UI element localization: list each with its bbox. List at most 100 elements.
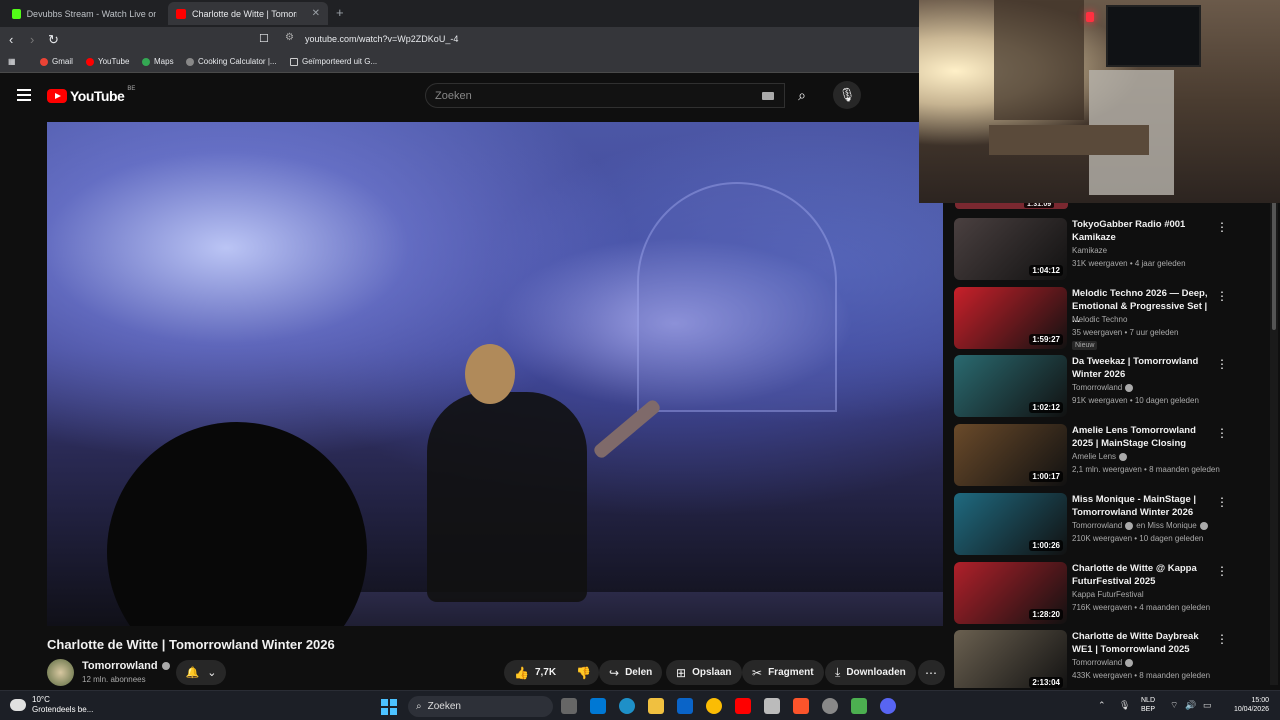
- start-button[interactable]: [381, 699, 397, 715]
- discord-icon[interactable]: [880, 698, 896, 714]
- task-view-icon[interactable]: [561, 698, 577, 714]
- sidebar-video-item[interactable]: 1:00:26 Miss Monique - MainStage | Tomorr…: [954, 493, 1264, 555]
- webcam-overlay: [919, 0, 1280, 203]
- video-thumbnail[interactable]: 1:00:26: [954, 493, 1067, 555]
- video-thumbnail[interactable]: 1:04:12: [954, 218, 1067, 280]
- channel-name[interactable]: Tomorrowland: [82, 660, 170, 672]
- hamburger-menu-icon[interactable]: [17, 89, 31, 104]
- taskbar-search[interactable]: ⌕ Zoeken: [408, 696, 553, 717]
- more-actions-button[interactable]: ⋯: [918, 660, 945, 685]
- save-button[interactable]: ⊞ Opslaan: [666, 660, 742, 685]
- search-icon: ⌕: [798, 87, 806, 103]
- like-count[interactable]: 7,7K: [535, 667, 556, 678]
- share-button[interactable]: ↪ Delen: [599, 660, 663, 685]
- channel-name[interactable]: Melodic Techno: [1072, 315, 1127, 324]
- subscription-bell-button[interactable]: 🔔 ⌄: [176, 660, 226, 685]
- channel-name[interactable]: Kamikaze: [1072, 246, 1107, 255]
- search-button[interactable]: ⌕: [787, 83, 817, 108]
- sidebar-video-item[interactable]: 2:13:04 Charlotte de Witte Daybreak WE1 |…: [954, 630, 1264, 688]
- video-meta: 35 weergaven • 7 uur geleden: [1072, 328, 1179, 337]
- video-title[interactable]: Charlotte de Witte Daybreak WE1 | Tomorr…: [1072, 630, 1212, 656]
- sidebar-video-item[interactable]: 1:28:20 Charlotte de Witte @ Kappa FuturF…: [954, 562, 1264, 624]
- more-options-icon[interactable]: ⋮: [1216, 495, 1228, 509]
- more-options-icon[interactable]: ⋮: [1216, 220, 1228, 234]
- site-info-icon[interactable]: ⚙: [285, 32, 294, 43]
- youtube-app-icon[interactable]: [735, 698, 751, 714]
- bookmark-folder[interactable]: Geïmporteerd uit G...: [290, 57, 377, 66]
- video-title[interactable]: Charlotte de Witte @ Kappa FuturFestival…: [1072, 562, 1212, 588]
- mic-tray-icon[interactable]: 🎙: [1119, 700, 1130, 711]
- close-tab-icon[interactable]: ✕: [312, 8, 320, 19]
- brave-icon[interactable]: [793, 698, 809, 714]
- youtube-logo[interactable]: YouTube BE: [47, 86, 135, 104]
- bookmark-maps[interactable]: Maps: [142, 57, 174, 66]
- tab-kick[interactable]: Devubbs Stream - Watch Live on Kick: [4, 2, 164, 25]
- new-tab-button[interactable]: +: [336, 5, 344, 20]
- video-title[interactable]: Amelie Lens Tomorrowland 2025 | MainStag…: [1072, 424, 1212, 450]
- voice-search-button[interactable]: 🎙: [833, 81, 861, 109]
- channel-avatar[interactable]: [47, 659, 74, 686]
- sidebar-video-item[interactable]: 1:00:17 Amelie Lens Tomorrowland 2025 | M…: [954, 424, 1264, 486]
- channel-name-text: Kamikaze: [1072, 246, 1108, 255]
- bookmark-cooking[interactable]: Cooking Calculator |...: [186, 57, 277, 66]
- search-input[interactable]: Zoeken: [425, 83, 785, 108]
- keyboard-icon[interactable]: [762, 92, 774, 100]
- video-title[interactable]: TokyoGabber Radio #001 Kamikaze: [1072, 218, 1212, 244]
- channel-name[interactable]: Tomorrowland en Miss Monique: [1072, 521, 1208, 530]
- bookmark-youtube[interactable]: YouTube: [86, 57, 129, 66]
- subscriber-count: 12 mln. abonnees: [82, 675, 146, 684]
- more-options-icon[interactable]: ⋮: [1216, 289, 1228, 303]
- clock[interactable]: 15:00 10/04/2026: [1225, 696, 1269, 714]
- video-thumbnail[interactable]: 1:59:27: [954, 287, 1067, 349]
- app-icon[interactable]: [822, 698, 838, 714]
- channel-name[interactable]: Amelie Lens: [1072, 452, 1128, 461]
- sidebar-video-item[interactable]: 1:02:12 Da Tweekaz | Tomorrowland Winter …: [954, 355, 1264, 417]
- video-thumbnail[interactable]: 2:13:04: [954, 630, 1067, 688]
- calculator-icon[interactable]: [764, 698, 780, 714]
- language-indicator[interactable]: NLD BEP: [1141, 696, 1155, 714]
- channel-name[interactable]: Tomorrowland: [1072, 658, 1134, 667]
- url-field[interactable]: youtube.com/watch?v=Wp2ZDKoU_-4: [305, 34, 458, 44]
- tab-youtube[interactable]: Charlotte de Witte | Tomorrowl ✕: [168, 2, 328, 25]
- battery-icon[interactable]: ▭: [1203, 700, 1212, 711]
- sidebar-video-item[interactable]: 1:04:12 TokyoGabber Radio #001 Kamikaze Ka…: [954, 218, 1264, 280]
- outlook-icon[interactable]: [677, 698, 693, 714]
- forward-icon[interactable]: ›: [30, 32, 34, 47]
- wifi-icon[interactable]: ⌔: [1170, 700, 1178, 711]
- channel-name[interactable]: Tomorrowland: [1072, 383, 1134, 392]
- sidebar-video-item[interactable]: 1:59:27 Melodic Techno 2026 — Deep, Emoti…: [954, 287, 1264, 350]
- clip-button[interactable]: ✂ Fragment: [742, 660, 824, 685]
- video-title[interactable]: Miss Monique - MainStage | Tomorrowland …: [1072, 493, 1212, 519]
- more-options-icon[interactable]: ⋮: [1216, 564, 1228, 578]
- video-thumbnail[interactable]: 1:00:17: [954, 424, 1067, 486]
- volume-icon[interactable]: 🔊: [1185, 700, 1196, 711]
- video-title: Charlotte de Witte | Tomorrowland Winter…: [47, 637, 335, 652]
- thumbs-down-icon[interactable]: 👎: [576, 666, 591, 680]
- video-thumbnail[interactable]: 1:28:20: [954, 562, 1067, 624]
- file-explorer-icon[interactable]: [648, 698, 664, 714]
- more-options-icon[interactable]: ⋮: [1216, 357, 1228, 371]
- game-icon[interactable]: [851, 698, 867, 714]
- edge-icon[interactable]: [619, 698, 635, 714]
- tray-chevron-icon[interactable]: ⌃: [1098, 700, 1106, 711]
- bookmark-gmail[interactable]: Gmail: [40, 57, 73, 66]
- store-icon[interactable]: [590, 698, 606, 714]
- verified-icon: [1119, 452, 1128, 461]
- video-player[interactable]: [47, 122, 943, 626]
- video-title[interactable]: Da Tweekaz | Tomorrowland Winter 2026: [1072, 355, 1212, 381]
- chrome-icon[interactable]: [706, 698, 722, 714]
- back-icon[interactable]: ‹: [9, 32, 13, 47]
- more-options-icon[interactable]: ⋮: [1216, 632, 1228, 646]
- more-options-icon[interactable]: ⋮: [1216, 426, 1228, 440]
- reload-icon[interactable]: ↻: [48, 32, 59, 48]
- weather-widget[interactable]: 10°C Grotendeels be...: [10, 695, 93, 715]
- dj-figure: [427, 392, 587, 602]
- bookshelf: [994, 0, 1084, 120]
- download-button[interactable]: ⤓ Downloaden: [825, 660, 916, 685]
- channel-name-text: Amelie Lens: [1072, 452, 1117, 461]
- bookmark-icon[interactable]: ☐: [259, 32, 269, 45]
- thumbs-up-icon[interactable]: 👍: [514, 666, 529, 680]
- apps-icon[interactable]: ▦: [8, 57, 16, 66]
- channel-name[interactable]: Kappa FuturFestival: [1072, 590, 1144, 599]
- video-thumbnail[interactable]: 1:02:12: [954, 355, 1067, 417]
